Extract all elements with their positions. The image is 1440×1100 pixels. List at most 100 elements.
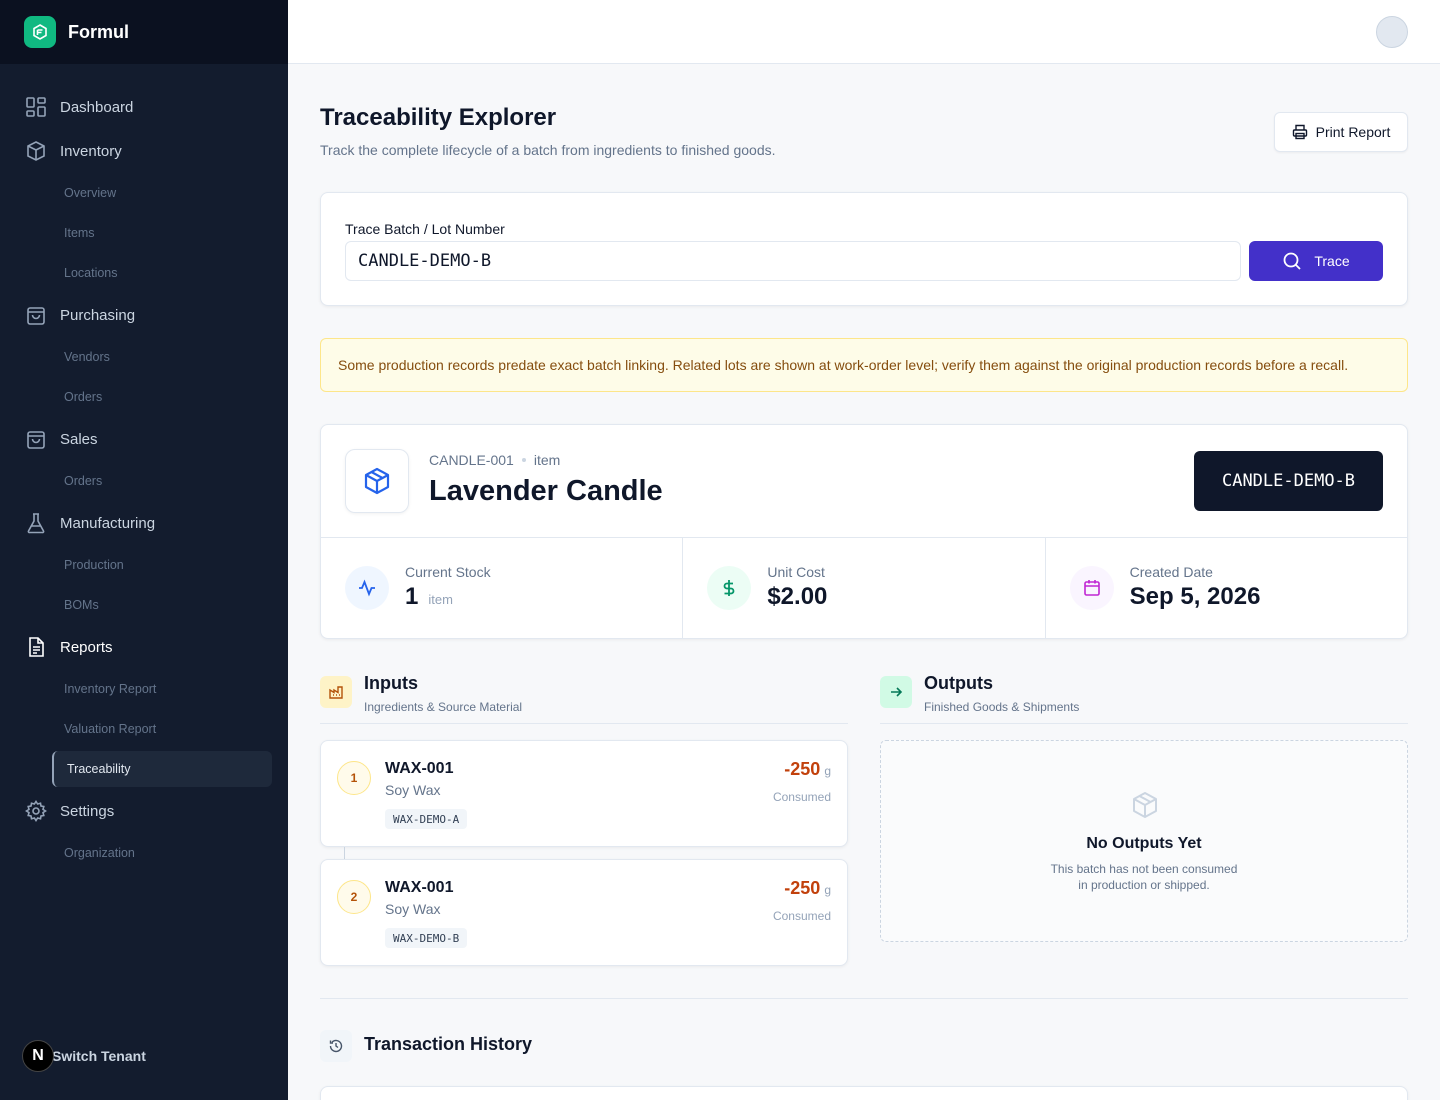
inputs-subtitle: Ingredients & Source Material	[364, 700, 523, 714]
sidebar-item-label: Purchasing	[60, 306, 136, 324]
input-card[interactable]: 2 WAX-001 Soy Wax WAX-DEMO-B -250 g Cons…	[320, 859, 848, 966]
item-header: CANDLE-001 item Lavender Candle CANDLE-D…	[321, 425, 1407, 538]
outputs-subtitle: Finished Goods & Shipments	[924, 700, 1080, 714]
sidebar-subitem-overview[interactable]: Overview	[0, 173, 288, 213]
warning-banner: Some production records predate exact ba…	[320, 338, 1408, 392]
outputs-title: Outputs	[924, 673, 993, 693]
sidebar-subitem-organization[interactable]: Organization	[0, 833, 288, 873]
inputs-title: Inputs	[364, 673, 418, 693]
input-lot-badge: WAX-DEMO-B	[385, 928, 468, 948]
sidebar-subitem-purchase-orders[interactable]: Orders	[0, 377, 288, 417]
logo-icon	[24, 16, 56, 48]
print-report-button[interactable]: Print Report	[1274, 112, 1408, 152]
sidebar-subitem-inventory-report[interactable]: Inventory Report	[0, 669, 288, 709]
sidebar-item-purchasing[interactable]: Purchasing	[0, 293, 288, 337]
avatar[interactable]	[1376, 16, 1408, 48]
sidebar-item-manufacturing[interactable]: Manufacturing	[0, 501, 288, 545]
switch-tenant-label: Switch Tenant	[52, 1048, 146, 1064]
sidebar-item-dashboard[interactable]: Dashboard	[0, 85, 288, 129]
document-icon	[24, 635, 48, 659]
sidebar-item-settings[interactable]: Settings	[0, 789, 288, 833]
sidebar-item-label: Manufacturing	[60, 514, 156, 532]
input-number-badge: 1	[337, 761, 371, 795]
factory-icon	[320, 676, 352, 708]
empty-title: No Outputs Yet	[1086, 835, 1202, 852]
stat-label: Current Stock	[405, 564, 491, 580]
input-lot-badge: WAX-DEMO-A	[385, 809, 468, 829]
input-status: Consumed	[772, 909, 831, 923]
tenant-avatar: N	[22, 1040, 54, 1072]
meta-separator	[521, 458, 526, 462]
sidebar-subitem-traceability[interactable]: Traceability	[52, 751, 272, 787]
trace-button-label: Trace	[1314, 253, 1350, 269]
page-title: Traceability Explorer	[320, 104, 557, 131]
transaction-history-title: Transaction History	[364, 1034, 533, 1054]
inputs-section-header: Inputs Ingredients & Source Material	[320, 672, 848, 724]
stat-value: Sep 5, 2026	[1129, 583, 1261, 610]
sidebar-subitem-valuation-report[interactable]: Valuation Report	[0, 709, 288, 749]
switch-tenant-button[interactable]: N Switch Tenant	[0, 1034, 288, 1078]
brand[interactable]: Formul	[0, 0, 288, 64]
trace-search-card: Trace Batch / Lot Number CANDLE-DEMO-B T…	[320, 192, 1408, 306]
gear-icon	[24, 799, 48, 823]
item-name: Lavender Candle	[429, 475, 663, 507]
stock-unit: item	[428, 592, 453, 607]
quantity-unit: g	[824, 764, 831, 778]
sidebar-item-label: Dashboard	[60, 98, 134, 116]
input-status: Consumed	[772, 790, 831, 804]
sidebar-subitem-items[interactable]: Items	[0, 213, 288, 253]
sidebar-subitem-sales-orders[interactable]: Orders	[0, 461, 288, 501]
bag-icon	[24, 427, 48, 451]
brand-name: Formul	[68, 21, 129, 42]
input-name: Soy Wax	[385, 782, 441, 798]
search-icon	[1282, 251, 1302, 271]
sidebar-item-sales[interactable]: Sales	[0, 417, 288, 461]
quantity-unit: g	[824, 883, 831, 897]
input-card[interactable]: 1 WAX-001 Soy Wax WAX-DEMO-A -250 g Cons…	[320, 740, 848, 847]
flask-icon	[24, 511, 48, 535]
calendar-icon	[1069, 566, 1114, 610]
sidebar-item-reports[interactable]: Reports	[0, 625, 288, 669]
quantity-value: -250	[784, 878, 821, 898]
item-type: item	[533, 452, 561, 468]
package-icon	[1129, 789, 1161, 821]
stat-label: Created Date	[1129, 564, 1213, 580]
sidebar-subitem-production[interactable]: Production	[0, 545, 288, 585]
trace-input-label: Trace Batch / Lot Number	[345, 221, 505, 237]
stat-label: Unit Cost	[767, 564, 825, 580]
stat-value: 1 item	[405, 583, 453, 611]
cube-icon	[345, 449, 409, 513]
sidebar: Formul Dashboard Inventory Overview Item…	[0, 0, 288, 1100]
sidebar-item-label: Settings	[60, 802, 115, 820]
sidebar-item-label: Sales	[60, 430, 98, 448]
input-quantity: -250 g	[784, 878, 831, 899]
item-sku: CANDLE-001	[429, 452, 514, 468]
quantity-value: -250	[784, 759, 821, 779]
page-subtitle: Track the complete lifecycle of a batch …	[320, 142, 776, 158]
sidebar-subitem-boms[interactable]: BOMs	[0, 585, 288, 625]
lot-number-badge: CANDLE-DEMO-B	[1194, 451, 1383, 511]
stat-current-stock: Current Stock 1 item	[321, 538, 684, 638]
item-meta: CANDLE-001 item	[429, 452, 560, 468]
sidebar-subitem-vendors[interactable]: Vendors	[0, 337, 288, 377]
stat-value: $2.00	[767, 583, 828, 610]
section-divider	[320, 998, 1408, 999]
dollar-icon	[707, 566, 752, 610]
outputs-section-header: Outputs Finished Goods & Shipments	[880, 672, 1408, 724]
sidebar-subitem-locations[interactable]: Locations	[0, 253, 288, 293]
sidebar-item-inventory[interactable]: Inventory	[0, 129, 288, 173]
activity-icon	[345, 566, 389, 610]
top-bar	[288, 0, 1440, 64]
sidebar-item-label: Inventory	[60, 142, 122, 160]
sidebar-item-label: Reports	[60, 638, 113, 656]
bag-icon	[24, 303, 48, 327]
printer-icon	[1292, 124, 1308, 140]
input-sku: WAX-001	[385, 879, 454, 896]
stat-created-date: Created Date Sep 5, 2026	[1046, 538, 1407, 638]
sidebar-nav: Dashboard Inventory Overview Items Locat…	[0, 64, 288, 873]
trace-button[interactable]: Trace	[1249, 241, 1383, 281]
stock-value: 1	[405, 583, 419, 610]
input-quantity: -250 g	[784, 759, 831, 780]
trace-lot-input[interactable]: CANDLE-DEMO-B	[345, 241, 1241, 281]
history-icon	[320, 1030, 352, 1062]
